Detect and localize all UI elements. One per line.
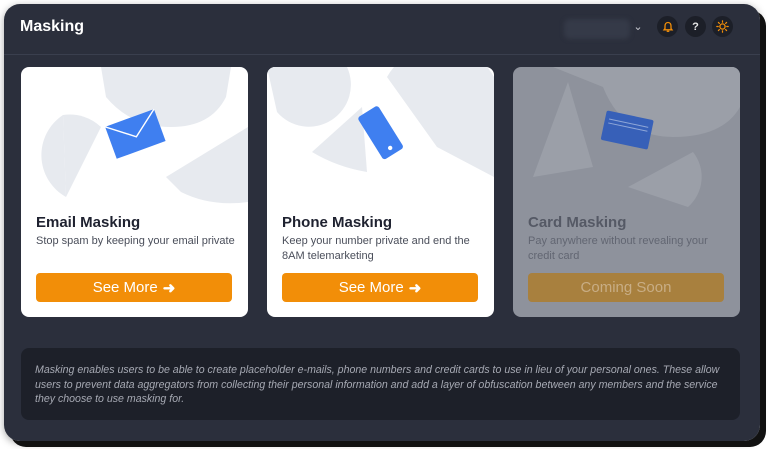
card-masking-card: Card Masking Pay anywhere without reveal… [513,67,740,317]
email-see-more-button[interactable]: See More ➜ [36,273,232,302]
help-icon[interactable]: ? [685,16,706,37]
phone-icon [358,106,403,160]
page-title: Masking [20,18,85,35]
card-title: Card Masking [528,214,627,231]
button-label: See More [338,279,404,296]
header: Masking ⌄ ? [4,4,760,55]
card-description: Keep your number private and end the 8AM… [282,235,470,262]
email-masking-card: Email Masking Stop spam by keeping your … [21,67,248,317]
bell-icon[interactable] [657,16,678,37]
chevron-down-icon[interactable]: ⌄ [632,18,644,36]
info-text: Masking enables users to be able to crea… [35,364,720,405]
sun-icon[interactable] [712,16,733,37]
button-label: Coming Soon [580,279,672,296]
arrow-right-icon: ➜ [408,279,422,297]
card-title: Phone Masking [282,214,393,231]
credit-card-icon [600,110,654,150]
envelope-icon [104,108,166,159]
arrow-right-icon: ➜ [162,279,176,297]
info-panel: Masking enables users to be able to crea… [21,348,740,420]
masking-window: Masking ⌄ ? Email Masking Stop spam by k… [4,4,760,441]
coming-soon-button[interactable]: Coming Soon [528,273,724,302]
account-name-blurred[interactable] [564,19,630,39]
phone-see-more-button[interactable]: See More ➜ [282,273,478,302]
button-label: See More [92,279,158,296]
card-title: Email Masking [36,214,141,231]
phone-masking-card: Phone Masking Keep your number private a… [267,67,494,317]
card-description: Pay anywhere without revealing your cred… [528,235,708,262]
card-description: Stop spam by keeping your email private [36,235,235,247]
